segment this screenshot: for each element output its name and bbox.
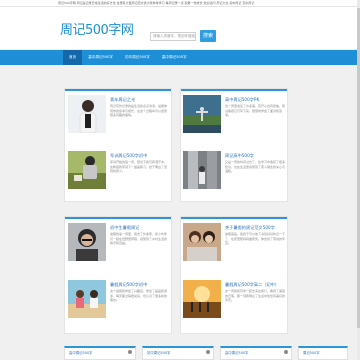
article-thumbnail[interactable] [183, 280, 221, 318]
article-excerpt: 暑假的第一周里，我去了外婆家，和小伙伴们一起在田野里奔跑，感受到了乡村生活的快乐… [110, 232, 168, 246]
bottom-panel: 周记500字 [298, 346, 348, 360]
article-thumbnail[interactable] [68, 151, 106, 189]
article-excerpt: 这一周我和同学一起去海边旅行，看到了美丽的日落，那一刻我明白了生活中处处有美好的… [225, 289, 285, 303]
article-title[interactable]: 暑假周记500字初中 [110, 282, 147, 288]
nav-item-home[interactable]: 首页 [63, 50, 83, 65]
bottom-panel-title[interactable]: 周记500字 [303, 350, 320, 355]
more-icon[interactable] [128, 350, 132, 354]
article-excerpt: 军训开始的第一周，阳光下我们挥洒汗水，在教官的带领下一遍遍练习，终于明白了坚持的… [110, 160, 168, 174]
site-logo[interactable]: 周记500字网 [60, 19, 134, 38]
nav-item-high-school-2[interactable]: 高中周记500字 [156, 50, 193, 65]
top-notice-text: 周记500字网 周记是记录日常生活的好方法 这里有大量周记范文供大家参考学习 每… [58, 1, 255, 5]
site-header: 周记500字网 请输入关键字，按回车搜索 搜索 [0, 7, 360, 49]
bottom-panel: 高中周记500字 [64, 346, 136, 360]
article-title[interactable]: 初中生暑假周记 [110, 225, 139, 231]
article-thumbnail[interactable] [68, 95, 106, 133]
article-thumbnail[interactable] [68, 223, 106, 261]
article-thumbnail[interactable] [183, 95, 221, 133]
bottom-panel: 高中周记500字 [220, 346, 292, 360]
search-button[interactable]: 搜索 [200, 30, 216, 42]
article-excerpt: 这个暑假我参加了兴趣班，学会了画画和游泳，每天都过得很充实，也认识了很多新的朋友… [110, 289, 168, 303]
article-thumbnail[interactable] [183, 151, 221, 189]
article-title[interactable]: 高中周记500字PK [225, 97, 259, 103]
article-excerpt: 又是一周的时间过去了，在学习中收获了很多知识，也在生活里感受到了家人朋友的关心与… [225, 160, 285, 174]
main-nav: 首页 高中周记500字 初中周记500字 高中周记500字 [0, 50, 360, 65]
bottom-panel-title[interactable]: 高中周记500字 [225, 350, 248, 355]
bottom-panel-title[interactable]: 高中周记500字 [69, 350, 92, 355]
article-title[interactable]: 周记高中500字 [225, 153, 254, 159]
article-title[interactable]: 军训周记500字初中 [110, 153, 147, 159]
more-icon[interactable] [284, 350, 288, 354]
bottom-panel: 初中周记500字 [142, 346, 214, 360]
article-title[interactable]: 关于暑假的周记范文500字 [225, 225, 275, 231]
article-title[interactable]: 暑假周记500字高二（初中） [225, 282, 279, 288]
nav-item-middle-school[interactable]: 初中周记500字 [119, 50, 156, 65]
article-thumbnail[interactable] [183, 223, 221, 261]
article-title[interactable]: 青年周记之光 [110, 97, 135, 103]
article-excerpt: 暑假来临，我终于可以放下书包好好休息一下了，在家里帮妈妈做家务，体会到了劳动的辛… [225, 232, 285, 246]
nav-item-high-school[interactable]: 高中周记500字 [82, 50, 119, 65]
bottom-panel-title[interactable]: 初中周记500字 [147, 350, 170, 355]
more-icon[interactable] [206, 350, 210, 354]
search-input[interactable]: 请输入关键字，按回车搜索 [150, 32, 196, 41]
article-excerpt: 这一周里发生了许多事，有开心也有烦恼，我试着把它们写下来，慢慢地学会了面对和思考… [225, 104, 285, 118]
article-thumbnail[interactable] [68, 280, 106, 318]
top-notice-bar: 周记500字网 周记是记录日常生活的好方法 这里有大量周记范文供大家参考学习 每… [0, 0, 360, 7]
article-excerpt: 周记写作记录的是生活的点点滴滴，最能体现你的思考与成长，在这个过程中可以发现很多… [110, 104, 168, 118]
